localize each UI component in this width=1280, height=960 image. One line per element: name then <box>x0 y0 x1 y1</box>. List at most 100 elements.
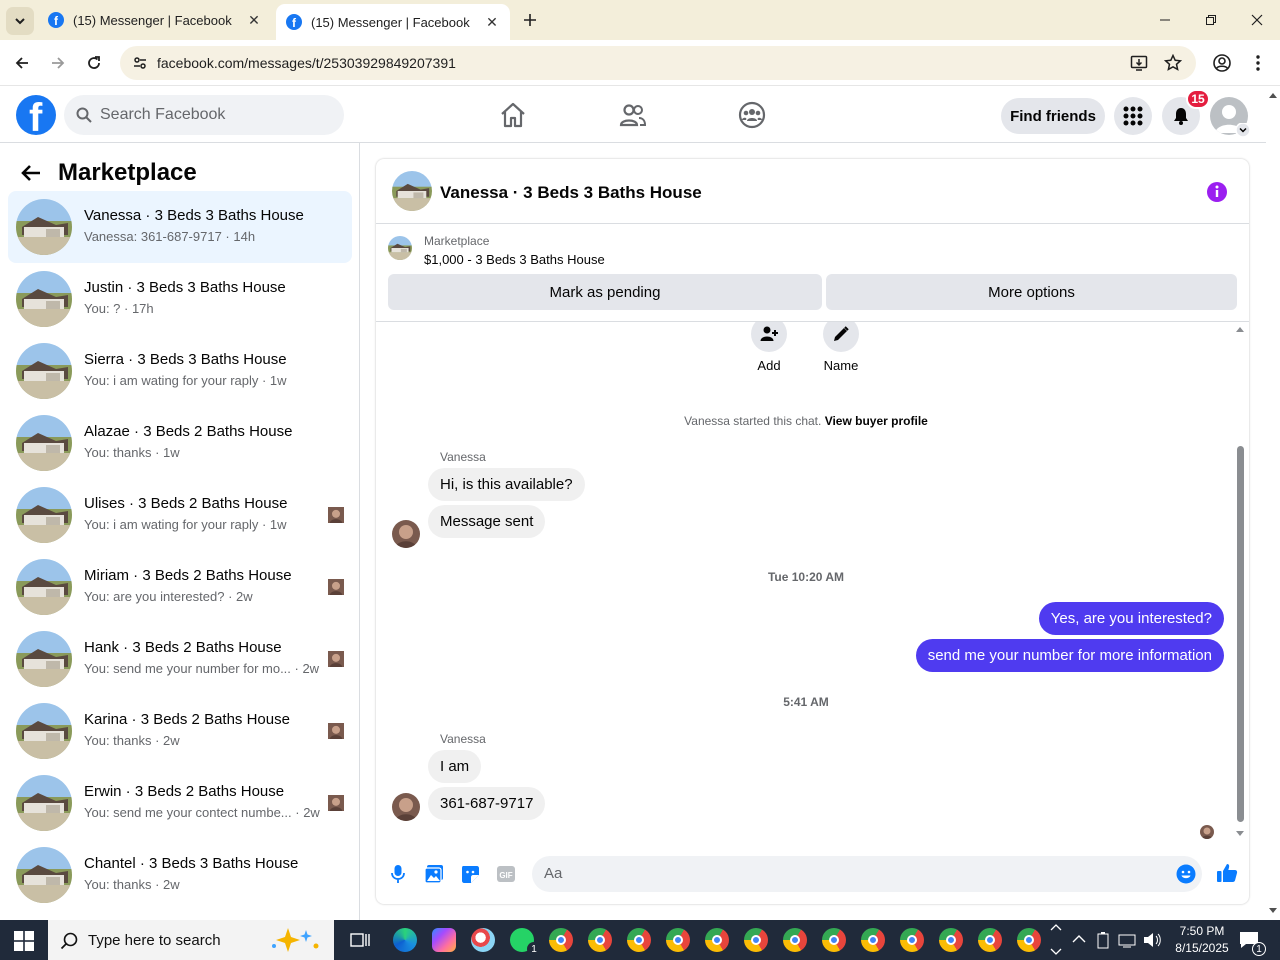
chrome-window-icon[interactable] <box>783 928 807 952</box>
incoming-message[interactable]: Hi, is this available? <box>428 468 585 501</box>
conversation-name: Miriam · 3 Beds 2 Baths House <box>84 567 292 584</box>
info-icon[interactable] <box>1206 181 1228 203</box>
chrome-window-icon[interactable] <box>588 928 612 952</box>
bookmark-star-icon[interactable] <box>1164 54 1182 72</box>
message-input[interactable]: Aa <box>532 856 1202 892</box>
add-action[interactable]: Add <box>739 322 799 373</box>
outgoing-message[interactable]: send me your number for more information <box>915 639 1224 672</box>
profile-icon[interactable] <box>1212 53 1232 73</box>
emoji-icon[interactable] <box>1176 864 1196 884</box>
browser-tab-2-active[interactable]: f (15) Messenger | Facebook ✕ <box>276 4 510 40</box>
account-chevron-icon[interactable] <box>1236 123 1250 137</box>
mark-as-pending-button[interactable]: Mark as pending <box>388 274 822 310</box>
app-icon[interactable] <box>471 928 495 952</box>
minimize-icon[interactable] <box>1142 0 1188 40</box>
install-app-icon[interactable] <box>1130 54 1148 72</box>
scroll-up-icon <box>1269 93 1277 98</box>
conversation-item[interactable]: Miriam · 3 Beds 2 Baths House You: are yo… <box>8 551 352 623</box>
listing-thumbnail <box>16 631 72 687</box>
listing-thumbnail <box>16 343 72 399</box>
conversation-item[interactable]: Ulises · 3 Beds 2 Baths House You: i am w… <box>8 479 352 551</box>
groups-icon[interactable] <box>738 101 766 129</box>
tab-search-button[interactable] <box>6 7 34 35</box>
view-buyer-profile-link[interactable]: View buyer profile <box>825 414 928 428</box>
sender-avatar[interactable] <box>392 520 420 548</box>
browser-toolbar: facebook.com/messages/t/2530392984920739… <box>0 40 1280 86</box>
home-icon[interactable] <box>499 101 527 129</box>
conversation-item[interactable]: Chantel · 3 Beds 3 Baths House You: thank… <box>8 839 352 911</box>
incoming-message[interactable]: Message sent <box>428 505 546 538</box>
photo-icon[interactable] <box>424 864 444 884</box>
page-scrollbar[interactable] <box>1266 87 1280 920</box>
seen-avatar <box>328 579 344 595</box>
chrome-window-icon[interactable] <box>939 928 963 952</box>
address-bar[interactable]: facebook.com/messages/t/2530392984920739… <box>120 46 1196 80</box>
chrome-window-icon[interactable] <box>705 928 729 952</box>
sticker-icon[interactable] <box>460 864 480 884</box>
friends-icon[interactable] <box>619 101 647 129</box>
chrome-window-icon[interactable] <box>744 928 768 952</box>
facebook-logo[interactable]: f <box>16 95 56 135</box>
browser-menu-icon[interactable] <box>1250 53 1266 73</box>
windows-start-icon[interactable] <box>14 931 34 951</box>
chrome-window-icon[interactable] <box>627 928 651 952</box>
back-arrow-icon[interactable] <box>20 162 42 184</box>
facebook-search-input[interactable]: Search Facebook <box>64 95 344 135</box>
conversation-item[interactable]: Vanessa · 3 Beds 3 Baths House Vanessa: 3… <box>8 191 352 263</box>
chrome-window-icon[interactable] <box>978 928 1002 952</box>
conversation-item[interactable]: Erwin · 3 Beds 2 Baths House You: send me… <box>8 767 352 839</box>
listing-thumbnail[interactable] <box>392 171 432 211</box>
edge-icon[interactable] <box>393 928 417 952</box>
battery-icon <box>1097 932 1109 949</box>
close-window-icon[interactable] <box>1234 0 1280 40</box>
close-tab-icon[interactable]: ✕ <box>482 14 502 31</box>
thumbs-up-icon[interactable] <box>1216 862 1238 884</box>
incoming-message[interactable]: I am <box>428 750 482 783</box>
chrome-window-icon[interactable] <box>1017 928 1041 952</box>
task-view-icon[interactable] <box>350 930 370 950</box>
back-arrow-icon[interactable] <box>10 51 34 75</box>
scrollbar-thumb[interactable] <box>1237 446 1244 822</box>
chrome-window-icon[interactable] <box>861 928 885 952</box>
more-options-button[interactable]: More options <box>826 274 1237 310</box>
listing-thumbnail <box>16 775 72 831</box>
microphone-icon[interactable] <box>390 864 406 884</box>
incoming-message[interactable]: 361-687-9717 <box>428 787 546 820</box>
taskbar-search-input[interactable]: Type here to search <box>48 920 334 960</box>
listing-title[interactable]: $1,000 - 3 Beds 3 Baths House <box>424 252 605 267</box>
chat-title[interactable]: Vanessa · 3 Beds 3 Baths House <box>440 183 702 203</box>
conversation-item[interactable]: Sierra · 3 Beds 3 Baths House You: i am w… <box>8 335 352 407</box>
restore-icon[interactable] <box>1188 0 1234 40</box>
notification-count-badge: 15 <box>1186 89 1210 109</box>
menu-grid-button[interactable] <box>1114 97 1152 135</box>
marketplace-header: Marketplace <box>20 155 197 191</box>
site-settings-icon[interactable] <box>132 55 148 71</box>
close-tab-icon[interactable]: ✕ <box>244 12 264 29</box>
outgoing-message[interactable]: Yes, are you interested? <box>1038 602 1224 635</box>
conversation-item[interactable]: Karina · 3 Beds 2 Baths House You: thanks… <box>8 695 352 767</box>
system-clock[interactable]: 7:50 PM 8/15/2025 <box>1166 923 1238 957</box>
url-text[interactable]: facebook.com/messages/t/2530392984920739… <box>157 55 456 71</box>
message-composer: GIF Aa <box>376 842 1249 904</box>
browser-tab-1[interactable]: f (15) Messenger | Facebook ✕ <box>40 0 272 40</box>
gif-icon[interactable]: GIF <box>496 864 516 884</box>
name-action[interactable]: Name <box>811 322 871 373</box>
chrome-window-icon[interactable] <box>900 928 924 952</box>
chrome-window-icon[interactable] <box>822 928 846 952</box>
sender-avatar[interactable] <box>392 793 420 821</box>
forward-arrow-icon[interactable] <box>46 51 70 75</box>
thread-scrollbar[interactable] <box>1235 322 1245 842</box>
copilot-icon[interactable] <box>432 928 456 952</box>
conversation-item[interactable]: Alazae · 3 Beds 2 Baths House You: thanks… <box>8 407 352 479</box>
find-friends-button[interactable]: Find friends <box>1001 98 1105 134</box>
listing-card: Marketplace $1,000 - 3 Beds 3 Baths Hous… <box>376 224 1249 322</box>
chrome-window-icon[interactable] <box>549 928 573 952</box>
reload-icon[interactable] <box>82 51 106 75</box>
listing-small-thumbnail[interactable] <box>388 236 412 260</box>
conversation-item[interactable]: Hank · 3 Beds 2 Baths House You: send me … <box>8 623 352 695</box>
new-tab-icon[interactable] <box>520 10 540 30</box>
chat-panel: Vanessa · 3 Beds 3 Baths House Marketpla… <box>376 159 1249 904</box>
network-icon <box>1118 934 1136 948</box>
chrome-window-icon[interactable] <box>666 928 690 952</box>
conversation-item[interactable]: Justin · 3 Beds 3 Baths House You: ? · 17… <box>8 263 352 335</box>
